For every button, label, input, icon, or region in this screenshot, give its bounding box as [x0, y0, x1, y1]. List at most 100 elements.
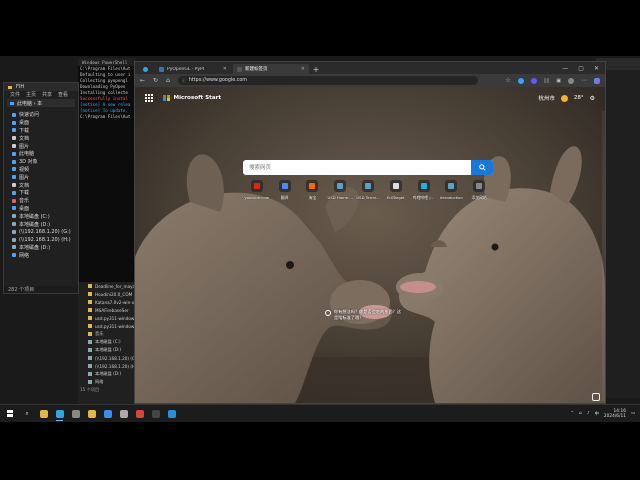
quick-link[interactable]: Introduction [437, 180, 465, 201]
quick-link[interactable]: 哔哩哔哩 |... [410, 180, 438, 201]
menu-item-file[interactable]: 文件 [10, 91, 20, 98]
tree-item[interactable]: 图片 [12, 142, 78, 150]
file-list-item[interactable]: Deadline_for_maya [78, 282, 138, 290]
start-button[interactable] [2, 410, 18, 417]
search-input[interactable] [243, 160, 471, 175]
tree-item[interactable]: 下载 [12, 189, 78, 197]
scrollbar[interactable] [602, 111, 605, 401]
notification-icon[interactable]: ▭ [631, 411, 635, 416]
gear-icon[interactable]: ⚙ [590, 95, 595, 102]
quick-link[interactable]: EdiTarget [382, 180, 410, 201]
photo-caption[interactable]: 你有想法吗？你是否会吃的东西？这是啥标准了哦？ [325, 309, 405, 321]
network-icon[interactable]: ⌂ [579, 411, 582, 416]
tree-item[interactable]: 此电脑 [12, 150, 78, 158]
taskbar-app-edge[interactable] [52, 406, 67, 421]
weather-location[interactable]: 杭州市 [538, 94, 555, 102]
tree-item[interactable]: 3D 对象 [12, 158, 78, 166]
tab-pypi[interactable]: PyOpenGL · PyPI ✕ [155, 64, 231, 74]
tab-new-tab[interactable]: 新建标签页 ✕ [233, 64, 309, 74]
ime-icon[interactable]: 中 [595, 411, 599, 417]
close-icon[interactable]: ✕ [301, 66, 305, 72]
file-list-item[interactable]: usd.py311-windows [78, 314, 138, 322]
tab-edge[interactable] [139, 64, 153, 74]
tree-item[interactable]: 快速访问 [12, 111, 78, 119]
taskbar-app-settings[interactable] [68, 406, 83, 421]
tree-item[interactable]: 桌面 [12, 205, 78, 213]
quick-link[interactable]: youtube.com [243, 180, 271, 201]
taskbar-app-explorer[interactable] [36, 406, 51, 421]
profile-icon[interactable] [568, 77, 574, 84]
new-tab-button[interactable]: + [311, 64, 321, 74]
tree-item[interactable]: 文档 [12, 134, 78, 142]
web-search-box[interactable] [243, 160, 493, 175]
explorer-titlebar[interactable]: FIH [4, 83, 78, 91]
file-list-item[interactable]: 音乐 [78, 330, 138, 338]
quick-link[interactable]: 淘宝 [299, 180, 327, 201]
file-explorer-window[interactable]: FIH 文件 主页 共享 查看 此电脑 › 本 快速访问 桌面 下载 文档 图片 此电脑 3… [3, 82, 79, 294]
file-list-item[interactable]: 本地磁盘 (C:) [78, 338, 138, 346]
weather-temperature[interactable]: 28° [574, 95, 584, 101]
taskbar-app-vscode[interactable] [164, 406, 179, 421]
extension-icon[interactable] [517, 77, 524, 84]
quick-link[interactable]: 添加网站 [465, 180, 493, 201]
tree-item[interactable]: 下载 [12, 127, 78, 135]
explorer-address-bar[interactable]: 此电脑 › 本 [7, 99, 75, 107]
tree-item[interactable]: 网络 [12, 251, 78, 259]
file-list-item[interactable]: (\\192.168.1.20) (G:) [78, 354, 138, 362]
tree-item[interactable]: 本地磁盘 (D:) [12, 244, 78, 252]
file-list-item[interactable]: Houdini20.0_COM [78, 290, 138, 298]
search-button[interactable] [471, 160, 493, 175]
split-screen-icon[interactable]: ▯▯ [544, 78, 550, 84]
tree-item[interactable]: 视频 [12, 166, 78, 174]
chevron-up-icon[interactable]: ⌃ [571, 411, 575, 416]
edge-browser-window[interactable]: PyOpenGL · PyPI ✕ 新建标签页 ✕ + — ▢ ✕ ← ↻ ⌂ … [134, 61, 606, 404]
taskbar-app-files[interactable] [84, 406, 99, 421]
clock[interactable]: 14:16 2024/6/11 [604, 409, 626, 419]
taskbar-app-chrome[interactable] [132, 406, 147, 421]
quick-link[interactable]: 翻译 [271, 180, 299, 201]
minimize-button[interactable]: — [562, 65, 568, 72]
like-icon[interactable] [592, 393, 600, 401]
menu-item-view[interactable]: 查看 [58, 91, 68, 98]
terminal-window[interactable]: Windows PowerShell C:\Program Files\Aut D… [78, 58, 136, 298]
taskbar-search-button[interactable]: ⌕ [18, 408, 36, 420]
maximize-button[interactable]: ▢ [578, 65, 584, 72]
copilot-icon[interactable] [594, 77, 600, 84]
file-explorer-secondary[interactable]: Deadline_for_maya Houdini20.0_COM Katana7.… [78, 282, 138, 404]
file-list-item[interactable]: (\\192.168.1.20) (H:) [78, 362, 138, 370]
tree-item[interactable]: 音乐 [12, 197, 78, 205]
tree-item[interactable]: 本地磁盘 (C:) [12, 212, 78, 220]
close-window-button[interactable]: ✕ [594, 65, 599, 72]
file-list-item[interactable]: MSAFirebaseSer [78, 306, 138, 314]
more-menu-icon[interactable]: ⋯ [581, 77, 587, 84]
quick-link[interactable]: USD Termi... [354, 180, 382, 201]
menu-item-share[interactable]: 共享 [42, 91, 52, 98]
tree-item[interactable]: 桌面 [12, 119, 78, 127]
app-launcher-icon[interactable] [145, 94, 153, 102]
tree-item[interactable]: 文档 [12, 181, 78, 189]
file-list-item[interactable]: 网络 [78, 378, 138, 386]
menu-item-home[interactable]: 主页 [26, 91, 36, 98]
taskbar-app-terminal[interactable] [148, 406, 163, 421]
volume-icon[interactable]: ♪ [587, 411, 590, 416]
address-bar[interactable]: ⓘ https://www.google.com [177, 76, 478, 85]
favorite-star-icon[interactable]: ☆ [505, 77, 510, 84]
close-icon[interactable]: ✕ [223, 66, 227, 72]
back-button[interactable]: ← [140, 77, 145, 84]
tree-item[interactable]: (\\192.168.1.20) (H:) [12, 236, 78, 244]
tree-item[interactable]: 图片 [12, 173, 78, 181]
taskbar-app-mail[interactable] [116, 406, 131, 421]
home-button[interactable]: ⌂ [166, 77, 170, 84]
file-list-item[interactable]: 本地磁盘 (D:) [78, 346, 138, 354]
file-list-item[interactable]: Katana7.0v2-win-x [78, 298, 138, 306]
quick-link[interactable]: USD Home ... [326, 180, 354, 201]
refresh-button[interactable]: ↻ [153, 77, 158, 84]
brand-title[interactable]: Microsoft Start [174, 95, 222, 101]
tree-item[interactable]: (\\192.168.1.20) (G:) [12, 228, 78, 236]
file-list-item[interactable]: 本地磁盘 (D:) [78, 370, 138, 378]
terminal-tab[interactable]: Windows PowerShell [78, 58, 136, 66]
read-aloud-icon[interactable] [530, 77, 537, 84]
taskbar-app-store[interactable] [100, 406, 115, 421]
collections-icon[interactable]: ▣ [556, 78, 561, 84]
file-list-item[interactable]: usd.py311-windows [78, 322, 138, 330]
